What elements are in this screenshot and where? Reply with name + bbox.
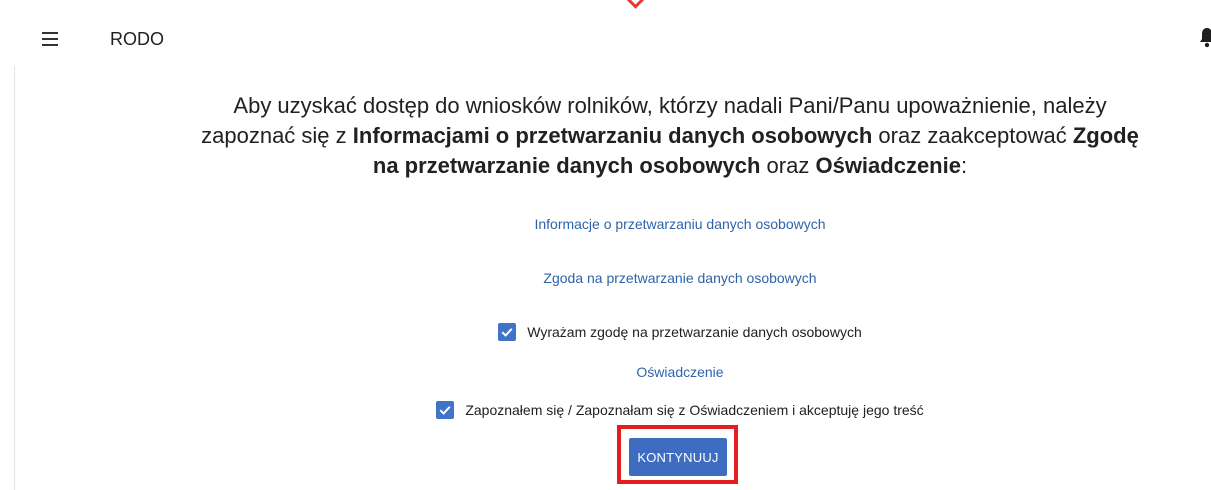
intro-text-part: oraz zaakceptować: [872, 123, 1073, 148]
consent-checkbox[interactable]: [498, 323, 517, 341]
intro-text-bold: Informacjami o przetwarzaniu danych osob…: [352, 123, 873, 148]
intro-text-part: :: [960, 153, 968, 178]
checkmark-icon: [501, 328, 513, 337]
checkmark-icon: [439, 406, 451, 415]
statement-checkbox[interactable]: [436, 401, 455, 419]
consent-checkbox-row[interactable]: Wyrażam zgodę na przetwarzanie danych os…: [0, 323, 1211, 341]
info-processing-link[interactable]: Informacje o przetwarzaniu danych osobow…: [0, 215, 1211, 233]
intro-text-bold: Oświadczenie: [815, 153, 961, 178]
main-content: Aby uzyskać dostęp do wniosków rolników,…: [0, 0, 1211, 490]
consent-checkbox-label: Wyrażam zgodę na przetwarzanie danych os…: [527, 324, 862, 340]
statement-checkbox-label: Zapoznałem się / Zapoznałam się z Oświad…: [465, 402, 924, 418]
rodo-page: RODO Aby uzyskać dostęp do wniosków roln…: [0, 0, 1211, 490]
statement-checkbox-row[interactable]: Zapoznałem się / Zapoznałam się z Oświad…: [0, 401, 1211, 419]
consent-document-link[interactable]: Zgoda na przetwarzanie danych osobowych: [0, 269, 1211, 287]
intro-text: Aby uzyskać dostęp do wniosków rolników,…: [200, 91, 1140, 181]
continue-button[interactable]: KONTYNUUJ: [629, 438, 727, 476]
statement-link[interactable]: Oświadczenie: [0, 363, 1211, 381]
intro-text-part: oraz: [760, 153, 816, 178]
